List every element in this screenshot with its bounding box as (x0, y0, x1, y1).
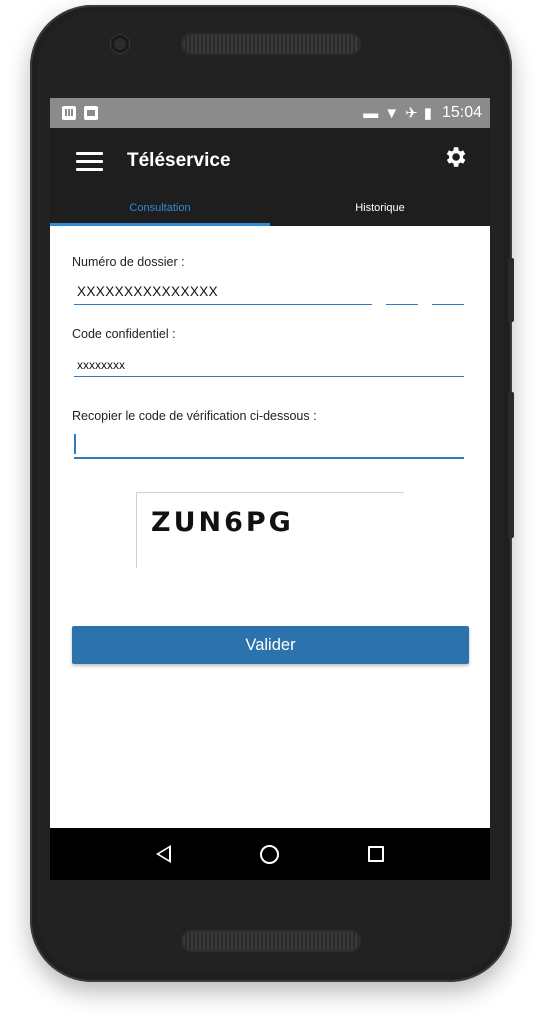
bottom-speaker (183, 932, 359, 950)
tab-historique[interactable]: Historique (270, 194, 490, 226)
dossier-suffix-field-1[interactable] (386, 283, 418, 305)
captcha-input[interactable] (74, 431, 464, 459)
top-speaker (183, 35, 359, 53)
status-time: 15:04 (441, 104, 482, 121)
home-icon[interactable] (259, 844, 279, 864)
gear-icon[interactable] (442, 144, 468, 170)
text-cursor (74, 434, 76, 454)
volume-button (508, 392, 514, 538)
menu-icon[interactable] (76, 151, 103, 171)
dossier-label: Numéro de dossier : (72, 255, 185, 269)
system-nav-bar (50, 828, 490, 880)
status-bar: ▬ ▼ ✈ ▮ 15:04 (50, 98, 490, 128)
confidential-code-field[interactable]: xxxxxxxx (74, 356, 464, 377)
recents-icon[interactable] (367, 846, 384, 862)
power-button (508, 258, 514, 322)
battery-icon: ▮ (423, 104, 432, 122)
tab-bar: Consultation Historique (50, 194, 490, 226)
status-left-icons (62, 106, 98, 120)
code-label: Code confidentiel : (72, 327, 176, 341)
screen: ▬ ▼ ✈ ▮ 15:04 Téléservice Consultation H… (50, 98, 490, 880)
front-camera (111, 35, 129, 53)
back-icon[interactable] (156, 845, 172, 863)
wifi-icon: ▼ (384, 104, 400, 122)
airplane-icon: ✈ (405, 104, 418, 122)
captcha-image-text: ZUN6PG (151, 507, 294, 538)
dossier-suffix-field-2[interactable] (432, 283, 464, 305)
dossier-number-field[interactable]: XXXXXXXXXXXXXXX (74, 283, 372, 305)
app-bar: Téléservice (50, 128, 490, 194)
captcha-label: Recopier le code de vérification ci-dess… (72, 409, 317, 423)
app-title: Téléservice (127, 150, 231, 171)
image-icon (84, 106, 98, 120)
status-right-icons: ▬ ▼ ✈ ▮ 15:04 (363, 104, 482, 122)
do-not-disturb-icon: ▬ (363, 104, 379, 122)
captcha-image: ZUN6PG (136, 492, 404, 568)
card-icon (62, 106, 76, 120)
validate-button[interactable]: Valider (72, 626, 469, 664)
tab-indicator (50, 223, 270, 226)
tab-consultation[interactable]: Consultation (50, 194, 270, 226)
